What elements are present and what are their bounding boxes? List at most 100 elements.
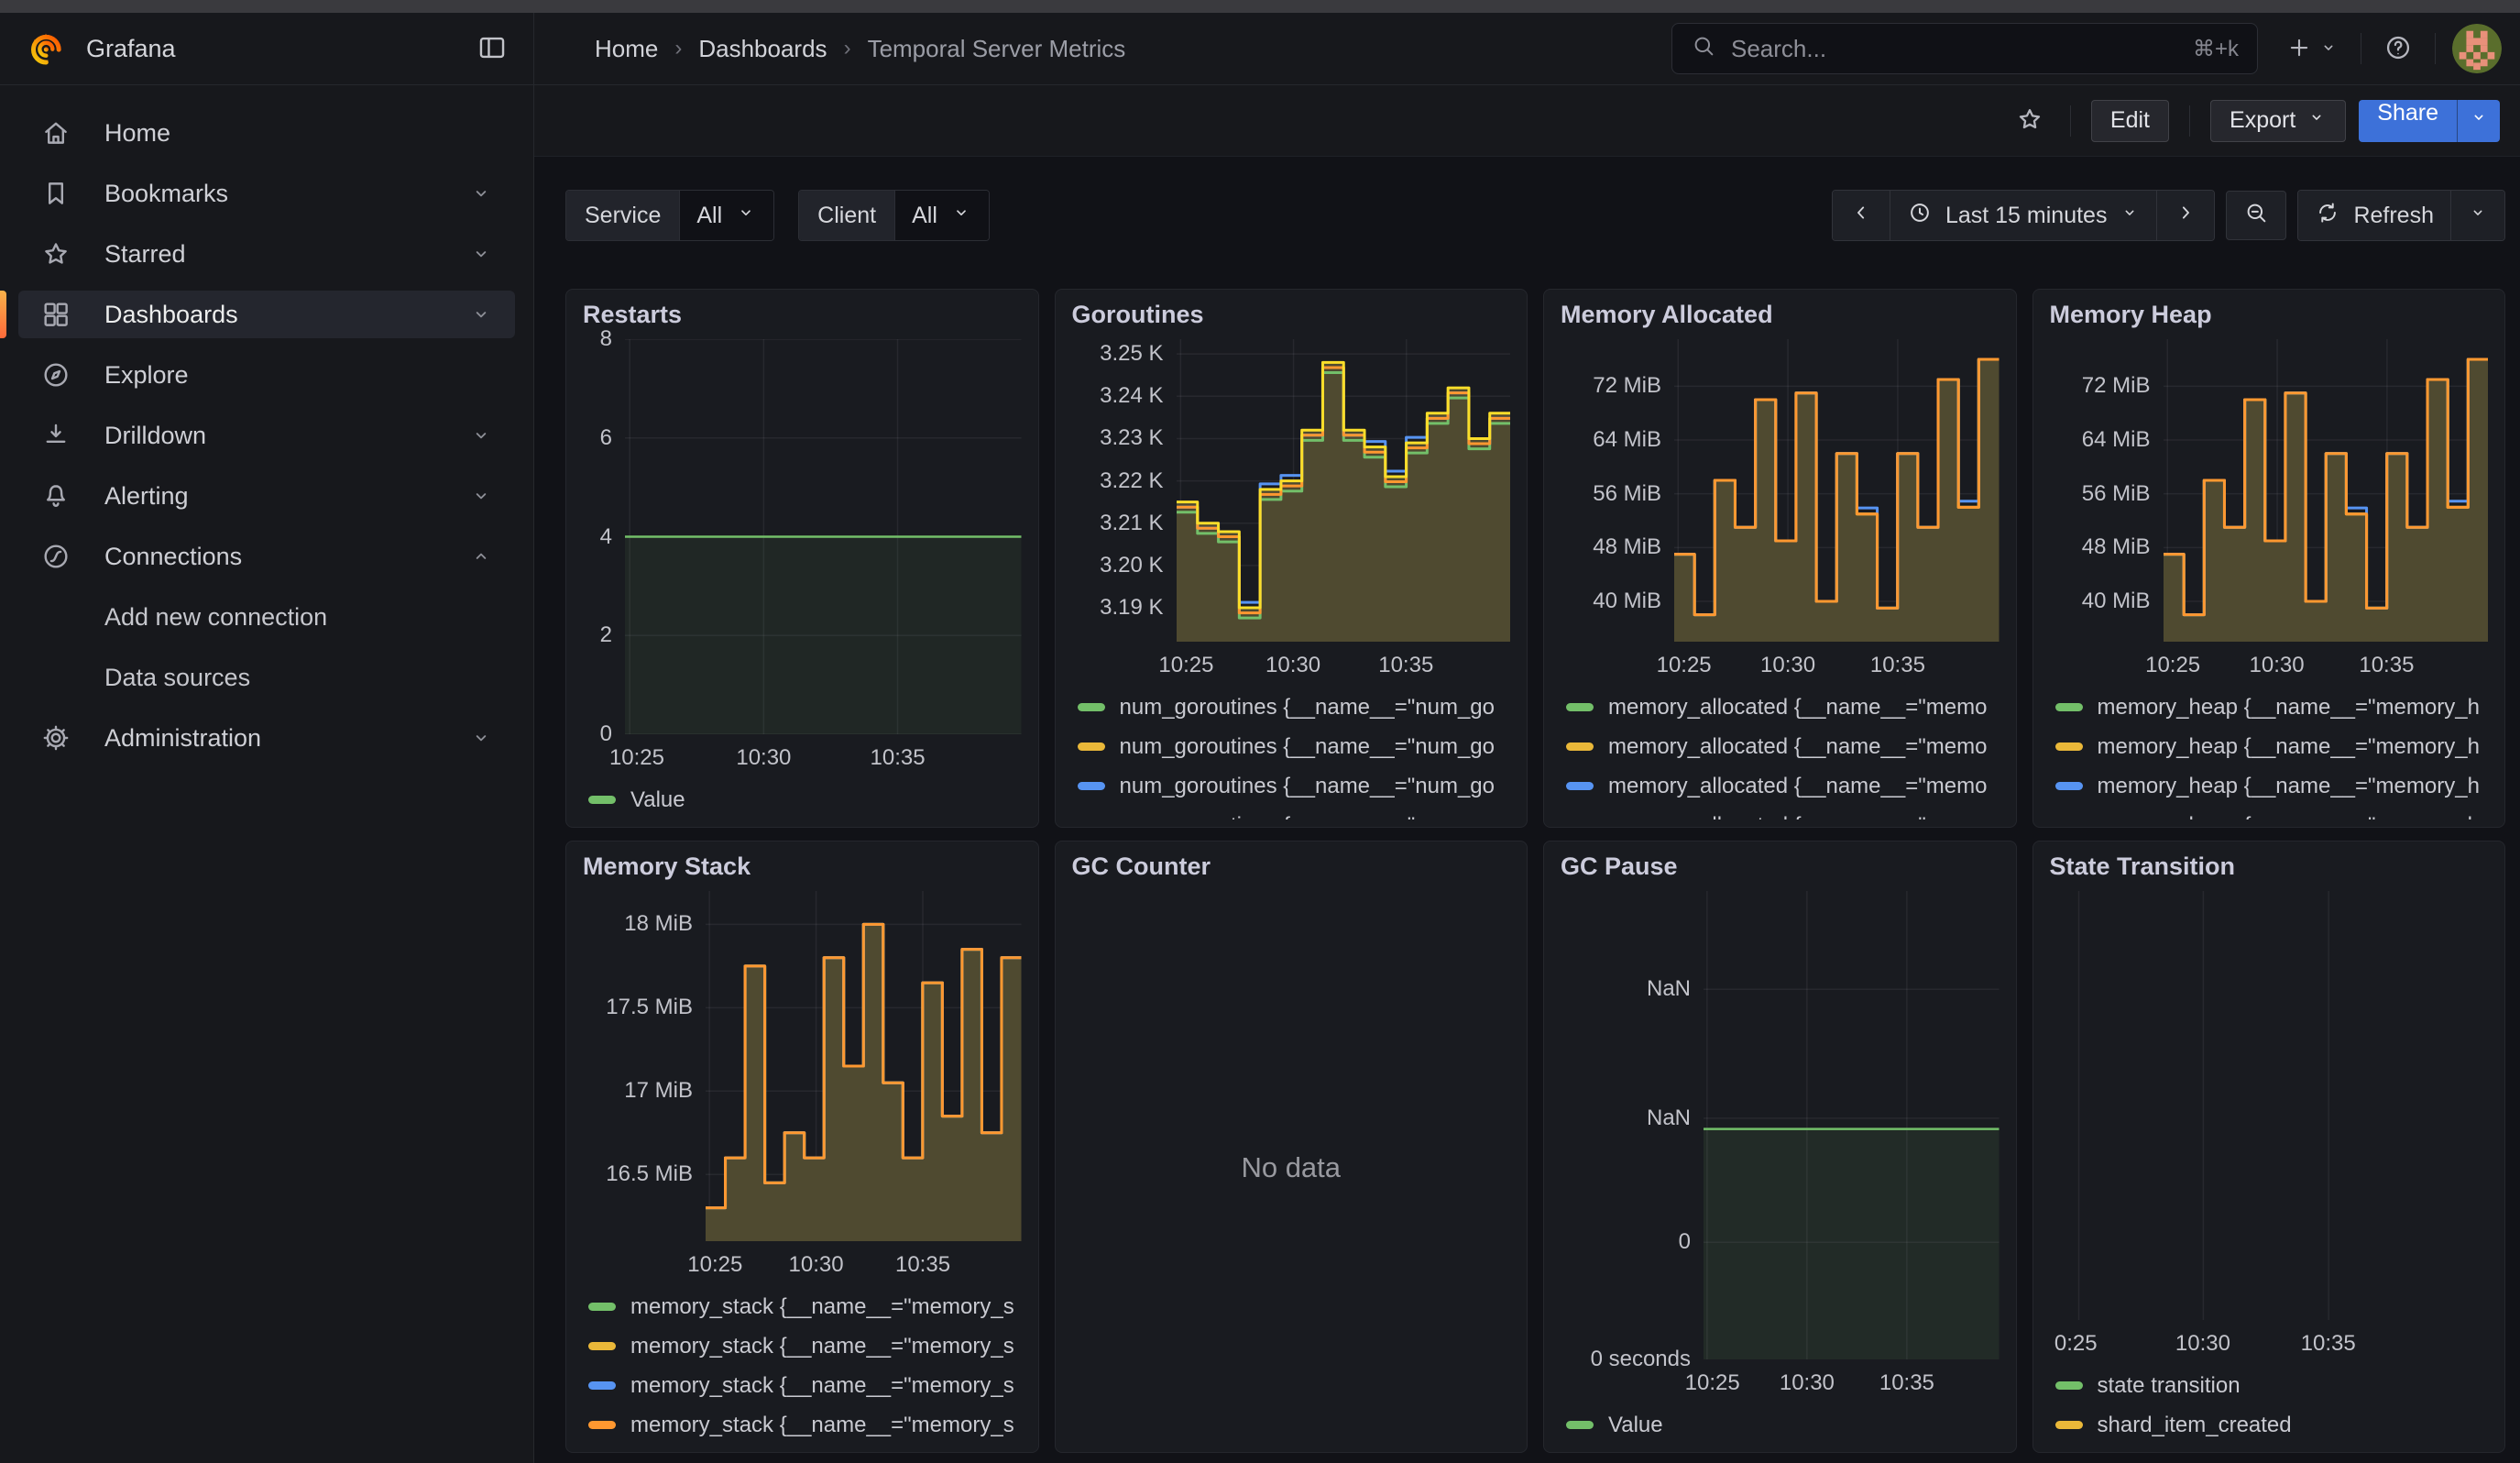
legend-label: memory_heap {__name__="memory_h <box>2098 695 2480 720</box>
time-forward-button[interactable] <box>2156 191 2214 240</box>
filter-value: All <box>696 203 722 229</box>
panel-state-transition: State Transition0:2510:3010:35state tran… <box>2032 841 2506 1453</box>
y-axis-tick: 6 <box>600 425 612 451</box>
breadcrumb-home[interactable]: Home <box>595 35 658 63</box>
panel-title[interactable]: Goroutines <box>1072 301 1511 339</box>
legend-label: memory_heap {__name__="memory_h <box>2098 774 2480 799</box>
sidebar-item-add-new-connection[interactable]: Add new connection <box>18 593 515 641</box>
sidebar-item-alerting[interactable]: Alerting <box>18 472 515 520</box>
legend-item[interactable]: state transition <box>2055 1366 2489 1405</box>
sidebar-item-administration[interactable]: Administration <box>18 714 515 762</box>
legend-item[interactable]: memory_heap {__name__="memory_h <box>2055 806 2489 820</box>
chart-plot[interactable] <box>1674 339 2000 642</box>
y-axis-tick: 3.20 K <box>1100 553 1163 578</box>
legend-item[interactable]: num_goroutines {__name__="num_go <box>1078 688 1511 727</box>
legend-item[interactable]: num_goroutines {__name__="num_go <box>1078 806 1511 820</box>
filter-value-dropdown[interactable]: All <box>894 191 989 240</box>
legend-swatch <box>1566 782 1594 790</box>
legend-item[interactable]: Value <box>588 780 1022 820</box>
export-button[interactable]: Export <box>2210 100 2346 142</box>
clock-icon <box>1907 200 1933 232</box>
legend-item[interactable]: memory_allocated {__name__="memo <box>1566 727 2000 766</box>
panel-memory-heap: Memory Heap72 MiB64 MiB56 MiB48 MiB40 Mi… <box>2032 289 2506 828</box>
legend-item[interactable]: memory_heap {__name__="memory_h <box>2055 727 2489 766</box>
time-back-button[interactable] <box>1833 191 1890 240</box>
legend-item[interactable]: memory_stack {__name__="memory_s <box>588 1326 1022 1366</box>
star-icon <box>2015 104 2044 137</box>
export-label: Export <box>2230 107 2295 134</box>
chart-plot[interactable] <box>1704 891 2000 1359</box>
refresh-button[interactable]: Refresh <box>2298 191 2450 240</box>
time-range-picker[interactable]: Last 15 minutes <box>1890 191 2157 240</box>
legend-item[interactable]: memory_heap {__name__="memory_h <box>2055 766 2489 806</box>
drilldown-icon <box>40 420 71 451</box>
add-button[interactable] <box>2280 28 2344 70</box>
star-button[interactable] <box>2010 99 2050 142</box>
legend-item[interactable]: memory_heap {__name__="memory_h <box>2055 688 2489 727</box>
zoom-out-button[interactable] <box>2226 191 2286 240</box>
chart-plot[interactable] <box>625 339 1022 734</box>
y-axis-tick: 17.5 MiB <box>606 995 693 1020</box>
breadcrumb-current: Temporal Server Metrics <box>868 35 1126 63</box>
panel-title[interactable]: State Transition <box>2050 852 2489 891</box>
chart-plot[interactable] <box>2164 339 2489 642</box>
legend-item[interactable]: memory_allocated {__name__="memo <box>1566 766 2000 806</box>
y-axis-tick: 3.24 K <box>1100 383 1163 409</box>
legend-item[interactable]: memory_stack {__name__="memory_s <box>588 1405 1022 1445</box>
share-button[interactable]: Share <box>2359 100 2457 142</box>
breadcrumb-dashboards[interactable]: Dashboards <box>698 35 827 63</box>
panel-title[interactable]: Memory Heap <box>2050 301 2489 339</box>
sidebar-item-bookmarks[interactable]: Bookmarks <box>18 170 515 217</box>
chart-plot[interactable] <box>1177 339 1511 642</box>
filter-value: All <box>912 203 937 229</box>
legend-swatch <box>588 1303 616 1311</box>
dashboard-content: ServiceAllClientAll Last 15 minutes <box>534 157 2520 1463</box>
panel-legend: Value <box>583 775 1022 820</box>
legend-label: state transition <box>2098 1373 2241 1399</box>
sidebar-item-data-sources[interactable]: Data sources <box>18 654 515 701</box>
sidebar-item-label: Administration <box>104 724 261 753</box>
panel-title[interactable]: Restarts <box>583 301 1022 339</box>
x-axis-tick: 10:35 <box>2301 1331 2356 1357</box>
panel-title[interactable]: GC Counter <box>1072 852 1511 891</box>
zoom-out-icon <box>2243 200 2269 232</box>
sidebar-item-connections[interactable]: Connections <box>18 533 515 580</box>
chart-plot[interactable] <box>2059 891 2489 1320</box>
legend-label: memory_stack {__name__="memory_s <box>630 1373 1014 1399</box>
filter-label: Service <box>566 191 679 240</box>
legend-item[interactable]: memory_stack {__name__="memory_s <box>588 1366 1022 1405</box>
refresh-group: Refresh <box>2297 190 2505 241</box>
sidebar-item-home[interactable]: Home <box>18 109 515 157</box>
legend-item[interactable]: memory_allocated {__name__="memo <box>1566 806 2000 820</box>
legend-swatch <box>588 796 616 804</box>
x-axis-labels: 10:2510:3010:35 <box>1704 1359 2000 1400</box>
legend-item[interactable]: shard_item_created <box>2055 1405 2489 1445</box>
legend-item[interactable]: num_goroutines {__name__="num_go <box>1078 766 1511 806</box>
chevron-down-icon <box>2469 107 2489 134</box>
legend-item[interactable]: num_goroutines {__name__="num_go <box>1078 727 1511 766</box>
panel-chart: 3.25 K3.24 K3.23 K3.22 K3.21 K3.20 K3.19… <box>1072 339 1511 682</box>
panel-legend: memory_stack {__name__="memory_smemory_s… <box>583 1282 1022 1445</box>
chart-plot[interactable] <box>706 891 1022 1241</box>
sidebar-item-starred[interactable]: Starred <box>18 230 515 278</box>
panel-title[interactable]: Memory Allocated <box>1561 301 2000 339</box>
share-dropdown-button[interactable] <box>2457 100 2500 142</box>
legend-item[interactable]: memory_allocated {__name__="memo <box>1566 688 2000 727</box>
panel-title[interactable]: Memory Stack <box>583 852 1022 891</box>
sidebar-item-dashboards[interactable]: Dashboards <box>18 291 515 338</box>
help-button[interactable] <box>2378 28 2418 71</box>
search-input[interactable]: Search... ⌘+k <box>1671 23 2258 74</box>
filter-value-dropdown[interactable]: All <box>679 191 773 240</box>
sidebar-item-explore[interactable]: Explore <box>18 351 515 399</box>
x-axis-tick: 10:35 <box>871 745 926 771</box>
legend-swatch <box>1566 742 1594 751</box>
legend-item[interactable]: memory_stack {__name__="memory_s <box>588 1287 1022 1326</box>
refresh-interval-button[interactable] <box>2450 191 2504 240</box>
legend-item[interactable]: Value <box>1566 1405 2000 1445</box>
edit-button[interactable]: Edit <box>2091 100 2169 142</box>
user-avatar[interactable] <box>2452 24 2502 73</box>
sidebar-item-drilldown[interactable]: Drilldown <box>18 412 515 459</box>
panel-title[interactable]: GC Pause <box>1561 852 2000 891</box>
breadcrumb-separator: › <box>844 36 851 61</box>
sidebar-toggle-button[interactable] <box>477 32 508 66</box>
